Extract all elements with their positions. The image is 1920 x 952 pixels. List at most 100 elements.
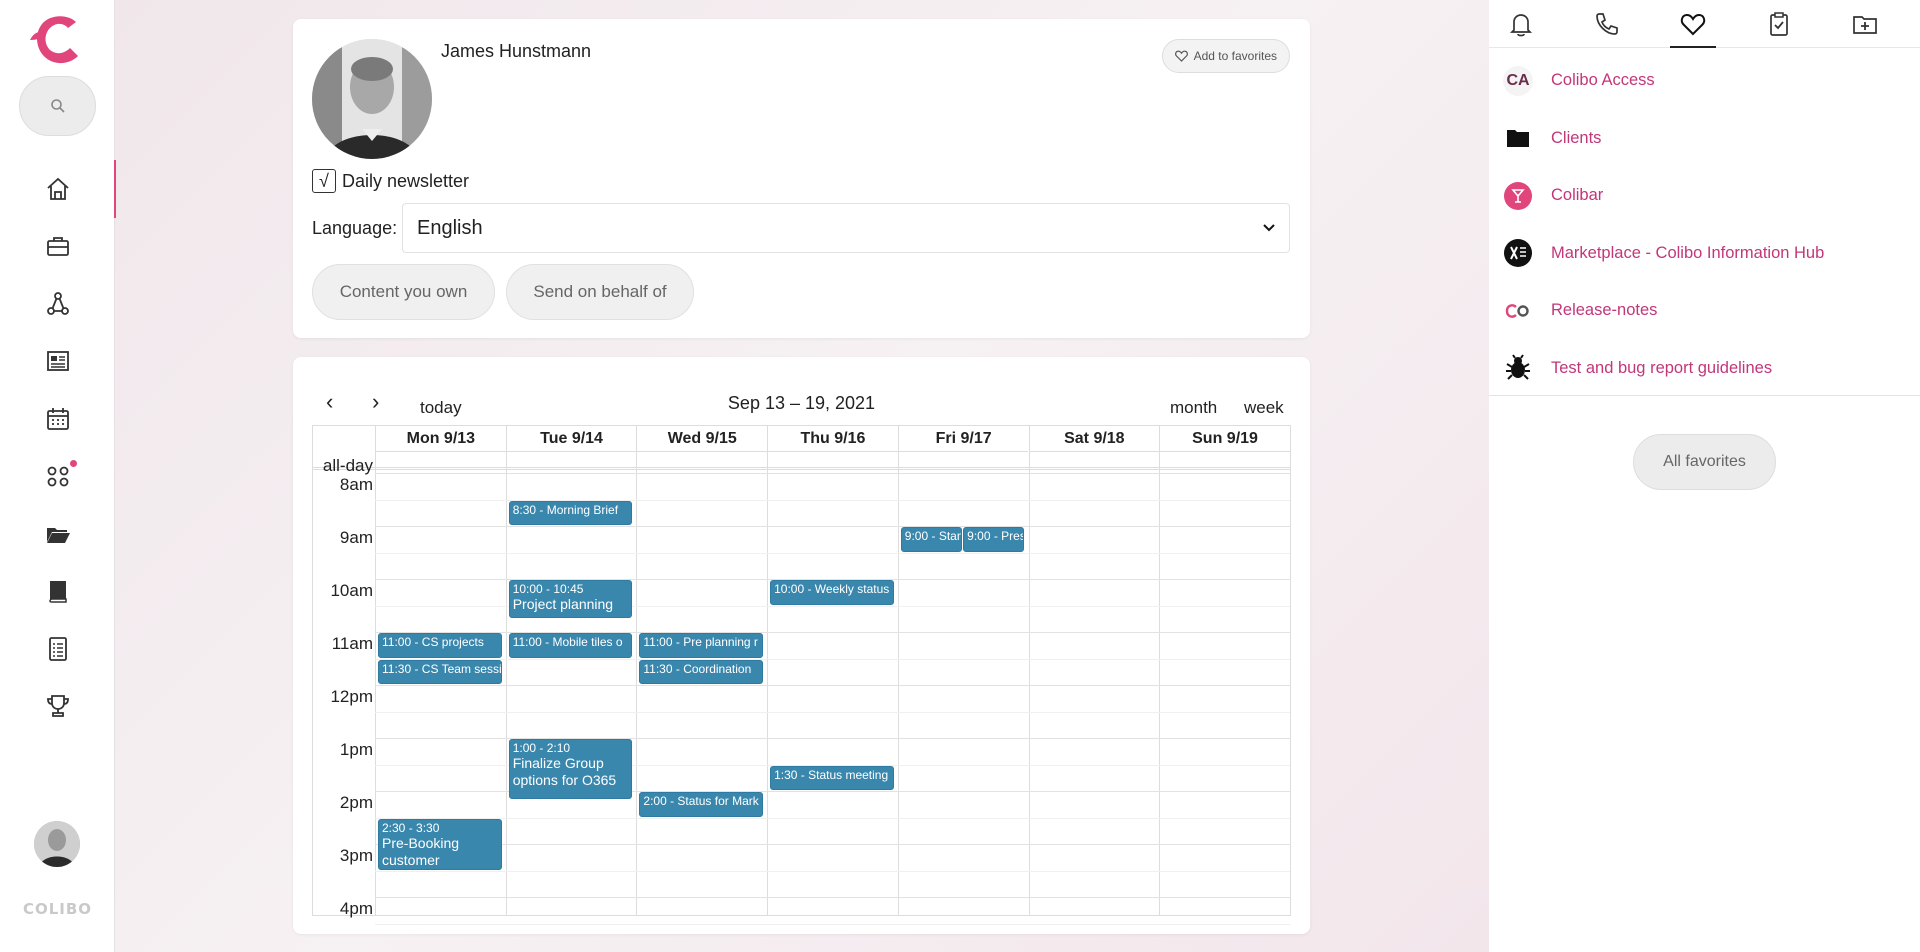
favorite-bug-guidelines[interactable]: Test and bug report guidelines (1489, 340, 1920, 398)
half-hour-line (375, 870, 1290, 872)
half-hour-line (375, 711, 1290, 713)
calendar-event[interactable]: 1:00 - 2:10 Finalize Group options for O3… (508, 739, 633, 799)
folder-plus-icon (1853, 16, 1877, 34)
hour-line (375, 526, 1290, 527)
event-title: Finalize Group options for O365 (512, 755, 617, 788)
chevron-down-icon (1263, 224, 1275, 232)
colibo-logo[interactable] (28, 10, 88, 70)
calendar-event[interactable]: 2:30 - 3:30 Pre-Booking customer (378, 818, 502, 870)
tab-new-folder[interactable] (1843, 8, 1887, 40)
day-header: Fri 9/17 (897, 426, 1029, 452)
day-column-divider (636, 452, 638, 915)
home-icon (46, 177, 69, 200)
tab-notifications[interactable] (1499, 8, 1543, 40)
nav-achievements[interactable] (0, 678, 115, 736)
event-time: 2:30 - 3:30 (382, 820, 440, 835)
event-time: 1:00 - 2:10 (512, 741, 571, 755)
nav-documents[interactable] (0, 620, 115, 678)
event-time: 11:00 - Mobile tiles o (512, 635, 623, 649)
event-time: 11:30 - Coordination (643, 661, 752, 676)
favorite-marketplace[interactable]: Marketplace - Colibo Information Hub (1489, 225, 1920, 283)
time-label: 9am (339, 528, 373, 547)
trophy-icon (46, 695, 69, 718)
favorite-label: Release-notes (1551, 301, 1658, 320)
event-time: 10:00 - 10:45 (512, 582, 584, 596)
hour-line (375, 685, 1290, 686)
heart-icon (1174, 50, 1188, 62)
calendar-event[interactable]: 8:30 - Morning Brief (508, 500, 633, 525)
calendar-event[interactable]: 11:00 - CS projects (378, 633, 502, 658)
language-select[interactable]: English (402, 203, 1290, 253)
event-time: 10:00 - Weekly status (774, 582, 890, 596)
profile-photo-image (312, 39, 432, 159)
tab-favorites[interactable] (1670, 8, 1716, 48)
time-label: 10am (330, 581, 373, 600)
excel-icon (1503, 238, 1533, 268)
calendar-event[interactable]: 11:00 - Mobile tiles o (508, 633, 633, 658)
nav-calendar[interactable] (0, 390, 115, 448)
nav-apps[interactable] (0, 448, 115, 506)
favorite-label: Clients (1551, 128, 1602, 147)
folder-open-icon (46, 527, 70, 543)
calendar-event[interactable]: 11:30 - CS Team sessi (378, 659, 502, 684)
apps-icon (47, 466, 68, 487)
calendar-toolbar: ‹ › today Sep 13 – 19, 2021 month week (312, 371, 1291, 421)
half-hour-line (375, 658, 1290, 660)
calendar-event[interactable]: 10:00 - 10:45 Project planning (508, 580, 633, 618)
hour-line (375, 473, 1290, 474)
calendar-month-button[interactable]: month (1170, 398, 1217, 418)
calendar-event[interactable]: 11:30 - Coordination (639, 659, 764, 684)
favorite-colibar[interactable]: Colibar (1489, 167, 1920, 225)
tab-phone[interactable] (1585, 8, 1629, 40)
nav-news[interactable] (0, 333, 115, 391)
allday-label: all-day (322, 456, 373, 475)
document-icon (48, 636, 67, 661)
event-time: 2:00 - Status for Mark (643, 794, 759, 808)
nav-home[interactable] (0, 160, 116, 218)
add-to-favorites-button[interactable]: Add to favorites (1161, 39, 1290, 73)
calendar-icon (46, 407, 69, 430)
phone-icon (1596, 13, 1618, 35)
notification-dot (70, 459, 77, 467)
nav-network[interactable] (0, 275, 115, 333)
calendar-event[interactable]: 11:00 - Pre planning r (639, 633, 764, 658)
calendar-event[interactable]: 2:00 - Status for Mark (639, 792, 764, 817)
daily-newsletter-checkbox[interactable]: √ (312, 169, 336, 193)
day-column-divider (505, 452, 507, 915)
day-column-divider (1028, 452, 1030, 915)
event-time: 1:30 - Status meeting (774, 767, 889, 782)
all-favorites-button[interactable]: All favorites (1633, 434, 1776, 490)
send-on-behalf-button[interactable]: Send on behalf of (506, 264, 694, 320)
search-button[interactable] (19, 76, 96, 136)
user-avatar[interactable] (34, 821, 80, 867)
calendar-event[interactable]: 9:00 - Stan (900, 527, 963, 552)
time-label: 3pm (339, 846, 373, 865)
favorite-clients[interactable]: Clients (1489, 110, 1920, 168)
hour-line (375, 844, 1290, 845)
nav-files[interactable] (0, 505, 115, 563)
brand-wordmark: COLIBO (22, 900, 93, 918)
event-time: 11:00 - Pre planning r (643, 635, 758, 649)
calendar-event[interactable]: 1:30 - Status meeting (770, 765, 894, 790)
nav-work[interactable] (0, 218, 115, 276)
language-label: Language: (312, 218, 398, 238)
day-header: Sat 9/18 (1028, 426, 1160, 452)
favorites-divider (1489, 395, 1920, 396)
half-hour-line (375, 817, 1290, 819)
tab-tasks[interactable] (1757, 8, 1801, 40)
calendar-event[interactable]: 9:00 - Pres (963, 527, 1025, 552)
nav-handbook[interactable] (0, 563, 115, 621)
event-time: 11:00 - CS projects (382, 635, 484, 649)
favorite-release-notes[interactable]: Release-notes (1489, 282, 1920, 340)
allday-row (313, 452, 1290, 470)
day-header: Tue 9/14 (505, 426, 637, 452)
favorite-label: Marketplace - Colibo Information Hub (1551, 243, 1825, 262)
calendar-event[interactable]: 10:00 - Weekly status (770, 580, 894, 605)
day-header: Wed 9/15 (636, 426, 768, 452)
bug-icon (1503, 353, 1533, 383)
heart-icon (1680, 13, 1706, 36)
favorite-colibo-access[interactable]: CA Colibo Access (1489, 52, 1920, 110)
calendar-week-button[interactable]: week (1244, 398, 1284, 418)
content-you-own-button[interactable]: Content you own (312, 264, 495, 320)
time-label: 2pm (339, 793, 373, 812)
